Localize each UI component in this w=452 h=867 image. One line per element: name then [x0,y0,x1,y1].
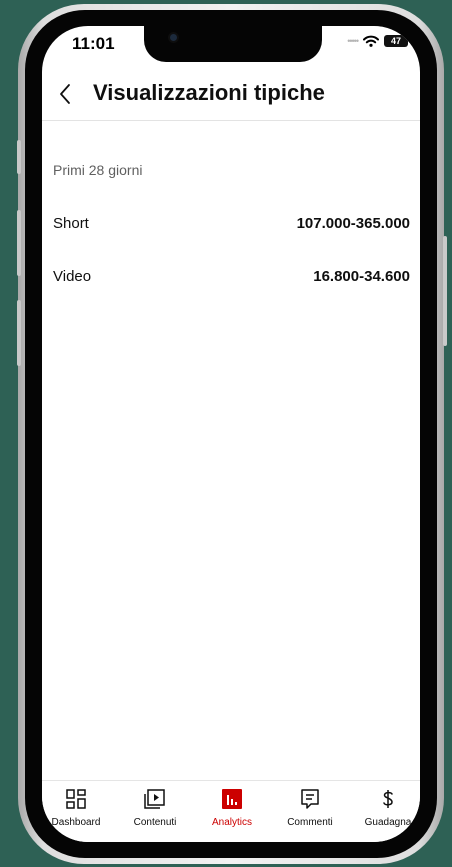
metric-row-short: Short 107.000-365.000 [53,212,410,234]
status-indicators: ••••• 47 [347,35,411,47]
nav-label-content: Contenuti [133,817,177,828]
period-label: Primi 28 giorni [53,162,143,178]
signal-icon: ••••• [347,36,359,46]
phone-power-button [443,236,447,346]
dashboard-icon [66,789,86,809]
bottom-navigation: Dashboard Contenuti Analytics Commenti G… [42,780,420,842]
phone-side-button [17,140,21,174]
notch [144,26,322,62]
nav-label-earn: Guadagna [364,817,412,828]
metric-value: 16.800-34.600 [313,267,410,285]
metric-label: Video [53,267,92,285]
page-title: Visualizzazioni tipiche [93,80,325,105]
phone-volume-down-button [17,300,21,366]
metric-row-video: Video 16.800-34.600 [53,265,410,287]
app-header: Visualizzazioni tipiche [42,76,420,121]
nav-item-analytics[interactable]: Analytics [197,787,267,828]
screen: 11:01 ••••• 47 Visualizzazioni tipiche P… [42,26,420,842]
front-camera [170,34,177,41]
phone-volume-up-button [17,210,21,276]
analytics-icon [222,789,242,809]
nav-item-content[interactable]: Contenuti [120,787,190,828]
metric-label: Short [53,214,89,232]
content-icon [144,789,165,809]
back-button[interactable] [54,80,78,108]
battery-icon: 47 [384,35,411,47]
status-time: 11:01 [72,34,115,53]
nav-label-dashboard: Dashboard [51,817,101,828]
earn-icon [383,790,393,808]
back-arrow-icon [60,84,70,104]
wifi-icon [363,35,379,47]
metric-value: 107.000-365.000 [296,214,410,232]
nav-item-dashboard[interactable]: Dashboard [42,787,111,828]
nav-label-comments: Commenti [287,817,333,828]
nav-item-comments[interactable]: Commenti [275,787,345,828]
comments-icon [301,789,319,809]
nav-label-analytics: Analytics [211,817,252,828]
nav-item-earn[interactable]: Guadagna [353,787,420,828]
